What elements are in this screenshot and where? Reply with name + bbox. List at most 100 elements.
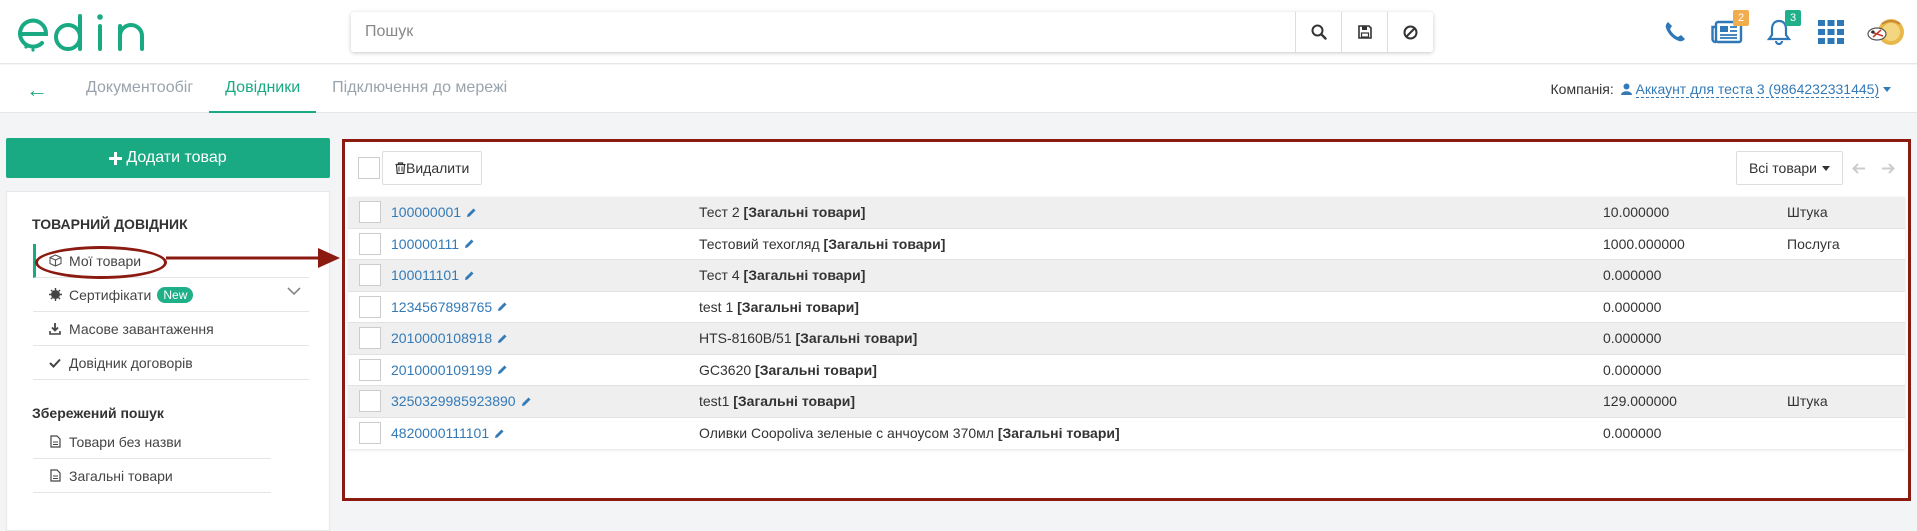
plus-icon [109,151,123,165]
product-code-link[interactable]: 2010000109199 [391,362,492,378]
product-group: [Загальні товари] [795,330,918,347]
product-code-link[interactable]: 2010000108918 [391,330,492,346]
product-qty: 0.000000 [1603,425,1662,442]
tab-directories[interactable]: Довідники [209,65,317,113]
avatar[interactable] [1857,0,1917,64]
product-code-link[interactable]: 4820000111101 [391,425,489,441]
certificate-icon [47,288,63,301]
row-checkbox[interactable] [358,327,381,350]
pencil-icon[interactable] [464,238,475,249]
select-all-checkbox[interactable] [358,157,380,179]
sidebar-item-label: Сертифікати [69,286,152,303]
download-icon [47,322,63,335]
save-search-button[interactable] [1341,12,1387,52]
product-name: Оливки Coopoliva зеленые с анчоусом 370м… [699,425,994,442]
add-product-button[interactable]: Додати товар [6,138,330,178]
catalog-title: ТОВАРНИЙ ДОВІДНИК [32,216,188,232]
edin-logo[interactable] [16,12,160,57]
delete-label: Видалити [406,160,470,176]
delete-button[interactable]: Видалити [382,151,483,185]
sidebar-item-certificates[interactable]: Сертифікати New [33,278,309,312]
row-checkbox[interactable] [358,358,381,381]
back-arrow-icon[interactable]: ← [26,77,48,103]
caret-down-icon [1822,165,1830,171]
pencil-icon[interactable] [494,428,505,439]
product-code-link[interactable]: 100011101 [391,267,459,283]
product-code-link[interactable]: 100000111 [391,236,459,252]
floppy-icon [1357,25,1372,39]
chevron-down-icon[interactable] [287,287,301,296]
saved-search-unnamed[interactable]: Товари без назви [33,425,271,459]
pencil-icon[interactable] [497,333,508,344]
product-code-link[interactable]: 1234567898765 [391,299,492,315]
product-qty: 0.000000 [1603,298,1662,315]
table-row[interactable]: 2010000108918 HTS-8160B/51 [Загальні тов… [348,323,1905,355]
phone-button[interactable] [1649,0,1701,64]
sidebar-item-bulk-upload[interactable]: Масове завантаження [33,312,309,346]
nav-tabs: Документообіг Довідники Підключення до м… [70,65,523,113]
product-unit: Послуга [1787,235,1840,252]
arrow-right-icon [1881,162,1895,174]
tab-network[interactable]: Підключення до мережі [316,65,523,113]
table-row[interactable]: 3250329985923890 test1 [Загальні товари]… [348,386,1905,418]
table-row[interactable]: 2010000109199 GC3620 [Загальні товари] 0… [348,354,1905,386]
product-name: Тестовий техогляд [699,235,820,252]
table-row[interactable]: 4820000111101 Оливки Coopoliva зеленые с… [348,417,1905,449]
saved-search-general[interactable]: Загальні товари [33,459,271,493]
clear-search-button[interactable] [1387,12,1433,52]
product-name: HTS-8160B/51 [699,330,792,347]
row-checkbox[interactable] [358,201,381,224]
table-row[interactable]: 100000001 Тест 2 [Загальні товари] 10.00… [348,197,1905,229]
search-button[interactable] [1295,12,1341,52]
row-checkbox[interactable] [358,422,381,445]
notifications-button[interactable]: 3 [1753,0,1805,64]
file-icon [47,435,63,448]
table-row[interactable]: 100000111 Тестовий техогляд [Загальні то… [348,228,1905,260]
next-page-button[interactable] [1873,151,1903,185]
product-qty: 0.000000 [1603,361,1662,378]
product-group: [Загальні товари] [733,393,856,410]
product-unit: Штука [1787,204,1828,221]
pencil-icon[interactable] [521,396,532,407]
tab-documents[interactable]: Документообіг [70,65,209,113]
product-qty: 0.000000 [1603,330,1662,347]
sidebar-item-contracts[interactable]: Довідник договорів [33,346,309,380]
product-code-link[interactable]: 3250329985923890 [391,393,516,409]
pencil-icon[interactable] [464,270,475,281]
caret-down-icon[interactable] [1883,87,1891,93]
nav-bar: ← Документообіг Довідники Підключення до… [0,65,1917,113]
table-row[interactable]: 1234567898765 test 1 [Загальні товари] 0… [348,291,1905,323]
product-name: GC3620 [699,361,752,378]
row-checkbox[interactable] [358,232,381,255]
apps-button[interactable] [1805,0,1857,64]
avatar-icon [1867,19,1904,45]
pencil-icon[interactable] [466,207,477,218]
product-code-link[interactable]: 100000001 [391,204,461,220]
sidebar-item-my-products[interactable]: Мої товари [33,244,309,278]
table-row[interactable]: 100011101 Тест 4 [Загальні товари] 0.000… [348,260,1905,292]
row-checkbox[interactable] [358,264,381,287]
product-group: [Загальні товари] [755,361,877,378]
pencil-icon[interactable] [497,301,508,312]
row-checkbox[interactable] [358,390,381,413]
cube-icon [47,254,63,267]
company-selector: Компанія: Аккаунт для теста 3 (986423233… [1550,81,1891,98]
prev-page-button[interactable] [1843,151,1873,185]
header-actions: 2 3 [1649,0,1917,64]
row-checkbox[interactable] [358,295,381,318]
grid-icon [1818,20,1844,44]
pencil-icon[interactable] [497,364,508,375]
product-group: [Загальні товари] [997,425,1120,442]
search-input[interactable] [351,12,1295,52]
company-label: Компанія: [1550,81,1614,97]
news-button[interactable]: 2 [1701,0,1753,64]
product-name: test 1 [699,298,734,315]
arrow-left-icon [1851,162,1865,174]
list-toolbar: Видалити [358,151,483,185]
saved-search-label: Товари без назви [69,433,182,450]
filter-label: Всі товари [1748,160,1817,176]
company-dropdown[interactable]: Аккаунт для теста 3 (9864232331445) [1635,81,1880,98]
all-products-dropdown[interactable]: Всі товари [1735,151,1843,185]
sidebar-item-label: Мої товари [69,252,142,269]
products-panel: Видалити Всі товари 100000001 Тест 2 [За… [342,139,1911,501]
